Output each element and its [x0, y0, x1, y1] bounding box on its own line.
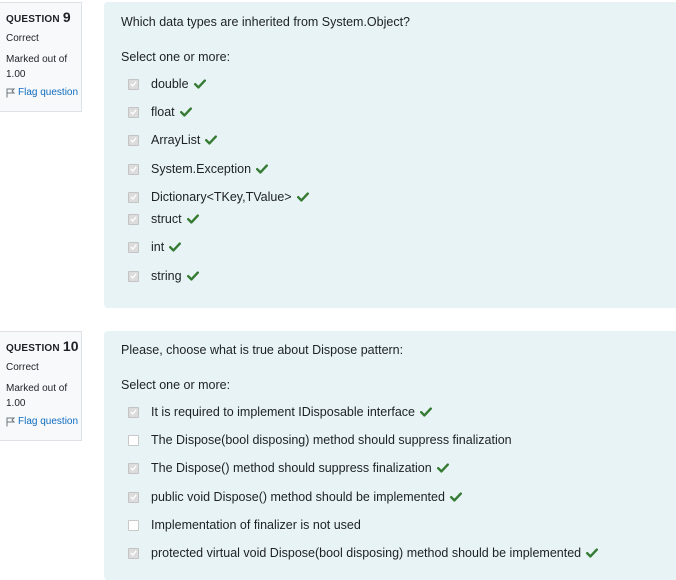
answer-prompt: Select one or more: [121, 50, 231, 64]
answer-option-label: struct [151, 212, 182, 226]
correct-check-icon [586, 548, 599, 558]
question-label: QUESTION [6, 343, 60, 354]
answer-option-label: ArrayList [151, 133, 201, 147]
correct-check-icon [169, 242, 182, 252]
answer-option[interactable]: System.Exception [128, 161, 269, 177]
checkbox-checked[interactable] [128, 406, 139, 418]
flag-question-label[interactable]: Flag question [18, 416, 78, 427]
answer-option[interactable]: ArrayList [128, 132, 218, 148]
checkbox-check-icon [130, 409, 137, 415]
checkbox-checked[interactable] [128, 547, 139, 559]
answer-option-label: float [151, 105, 175, 119]
flag-question-link[interactable]: Flag question [6, 87, 81, 98]
question-label: QUESTION [6, 14, 60, 25]
answer-option[interactable]: public void Dispose() method should be i… [128, 489, 462, 505]
answer-option-label: It is required to implement IDisposable … [151, 405, 416, 419]
question-number-value: 9 [62, 9, 71, 25]
answer-option[interactable]: Implementation of finalizer is not used [128, 517, 361, 533]
checkbox-checked[interactable] [128, 213, 139, 225]
correct-check-icon [186, 214, 199, 224]
checkbox-checked[interactable] [128, 134, 139, 146]
answer-option-label: public void Dispose() method should be i… [151, 490, 445, 504]
question-text: Which data types are inherited from Syst… [121, 15, 411, 29]
correct-check-icon [186, 271, 199, 281]
answer-option[interactable]: protected virtual void Dispose(bool disp… [128, 545, 599, 561]
checkbox-check-icon [130, 216, 137, 222]
question-number: QUESTION 9 [6, 9, 81, 25]
checkbox-checked[interactable] [128, 106, 139, 118]
question-content-9: Which data types are inherited from Syst… [104, 2, 676, 308]
answer-option[interactable]: int [128, 239, 182, 255]
checkbox-checked[interactable] [128, 270, 139, 282]
question-info-9: QUESTION 9 Correct Marked out of 1.00 Fl… [0, 2, 82, 112]
correct-check-icon [420, 407, 433, 417]
correct-check-icon [449, 492, 462, 502]
correct-check-icon [256, 164, 269, 174]
checkbox-check-icon [130, 166, 137, 172]
checkbox-check-icon [130, 550, 137, 556]
checkbox-check-icon [130, 194, 137, 200]
answer-option[interactable]: The Dispose() method should suppress fin… [128, 460, 449, 476]
question-state: Correct [6, 33, 39, 44]
flag-question-label[interactable]: Flag question [18, 87, 78, 98]
question-grade: Marked out of 1.00 [6, 383, 68, 409]
checkbox-unchecked[interactable] [128, 519, 139, 531]
correct-check-icon [436, 463, 449, 473]
answer-option-label: The Dispose() method should suppress fin… [151, 461, 432, 475]
answer-option[interactable]: float [128, 104, 192, 120]
checkbox-checked[interactable] [128, 78, 139, 90]
answer-option-label: protected virtual void Dispose(bool disp… [151, 546, 582, 560]
answer-option-label: int [151, 240, 165, 254]
question-grade: Marked out of 1.00 [6, 54, 68, 80]
checkbox-checked[interactable] [128, 462, 139, 474]
checkbox-check-icon [130, 81, 137, 87]
checkbox-checked[interactable] [128, 191, 139, 203]
answer-option[interactable]: struct [128, 211, 199, 227]
flag-icon [6, 417, 15, 426]
question-state: Correct [6, 362, 39, 373]
answer-prompt: Select one or more: [121, 378, 231, 392]
answer-option-label: System.Exception [151, 162, 252, 176]
correct-check-icon [193, 79, 206, 89]
checkbox-check-icon [130, 465, 137, 471]
answer-option-label: Dictionary<TKey,TValue> [151, 190, 292, 204]
correct-check-icon [179, 107, 192, 117]
checkbox-unchecked[interactable] [128, 434, 139, 446]
answer-option[interactable]: string [128, 268, 199, 284]
checkbox-check-icon [130, 137, 137, 143]
answer-option[interactable]: The Dispose(bool disposing) method shoul… [128, 432, 512, 448]
answer-option-label: string [151, 269, 182, 283]
question-text: Please, choose what is true about Dispos… [121, 343, 404, 357]
correct-check-icon [296, 192, 309, 202]
answer-option[interactable]: It is required to implement IDisposable … [128, 404, 433, 420]
answer-option-label: Implementation of finalizer is not used [151, 518, 361, 532]
question-number: QUESTION 10 [6, 338, 81, 354]
answer-option-label: double [151, 77, 189, 91]
answer-option[interactable]: double [128, 76, 206, 92]
question-info-10: QUESTION 10 Correct Marked out of 1.00 F… [0, 331, 82, 441]
checkbox-check-icon [130, 494, 137, 500]
checkbox-check-icon [130, 109, 137, 115]
flag-icon [6, 88, 15, 97]
checkbox-checked[interactable] [128, 241, 139, 253]
checkbox-checked[interactable] [128, 163, 139, 175]
checkbox-check-icon [130, 273, 137, 279]
answer-option[interactable]: Dictionary<TKey,TValue> [128, 189, 309, 205]
correct-check-icon [205, 135, 218, 145]
answer-option-label: The Dispose(bool disposing) method shoul… [151, 433, 512, 447]
flag-question-link[interactable]: Flag question [6, 416, 81, 427]
checkbox-check-icon [130, 244, 137, 250]
question-number-value: 10 [62, 338, 79, 354]
question-content-10: Please, choose what is true about Dispos… [104, 331, 676, 580]
checkbox-checked[interactable] [128, 491, 139, 503]
